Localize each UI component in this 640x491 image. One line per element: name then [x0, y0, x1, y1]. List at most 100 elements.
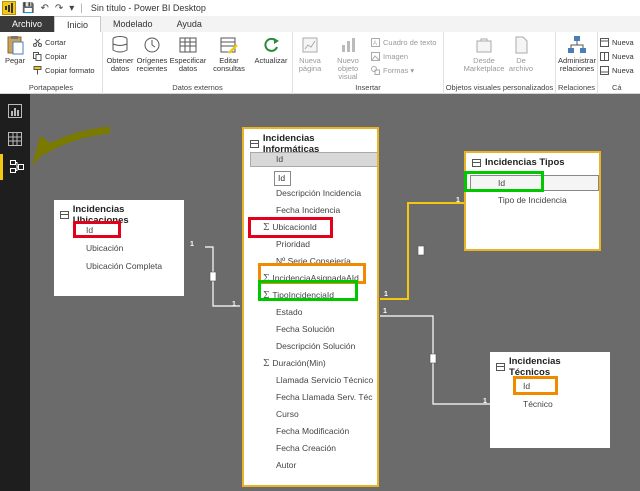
tab-ayuda[interactable]: Ayuda: [165, 16, 214, 32]
field-fecha-incidencia[interactable]: Fecha Incidencia: [276, 205, 340, 215]
cut-button[interactable]: Cortar: [33, 37, 66, 47]
table-icon: [250, 140, 259, 148]
new-visual-label: Nuevo objeto visual: [337, 56, 359, 81]
field-duracion-min[interactable]: Σ Duración(Min): [263, 358, 326, 369]
field-descripcion-solucion[interactable]: Descripción Solución: [276, 341, 355, 351]
tab-modelado[interactable]: Modelado: [101, 16, 165, 32]
image-button[interactable]: Imagen: [371, 51, 408, 61]
copy-format-button[interactable]: Copiar formato: [33, 65, 95, 75]
textbox-button[interactable]: A Cuadro de texto: [371, 37, 436, 47]
field-fecha-modificacion[interactable]: Fecha Modificación: [276, 426, 349, 436]
manage-relationships-label: Administrar relaciones: [558, 56, 596, 73]
image-label: Imagen: [383, 51, 409, 61]
refresh-button[interactable]: Actualizar: [253, 35, 289, 65]
shapes-button[interactable]: Formas ▾: [371, 65, 414, 75]
highlight-box-orange: [513, 376, 558, 395]
new-page-button[interactable]: Nueva página: [295, 35, 325, 73]
enter-data-button[interactable]: Especificar datos: [169, 35, 207, 73]
redo-icon[interactable]: ↷: [55, 3, 63, 14]
from-file-label: De archivo: [508, 56, 534, 73]
custom-visuals-group: Desde Marketplace De archivo Objetos vis…: [444, 32, 556, 94]
relationships-canvas[interactable]: 1 1 1 1 1 1 Incidencias Ubicaciones Id U…: [30, 94, 640, 491]
new-column-button[interactable]: Nueva: [600, 51, 634, 61]
undo-icon[interactable]: ↶: [40, 3, 48, 14]
clock-icon: [142, 35, 162, 55]
field-fecha-solucion[interactable]: Fecha Solución: [276, 324, 335, 334]
table-incidencias-ubicaciones[interactable]: Incidencias Ubicaciones Id Ubicación Ubi…: [54, 200, 184, 296]
field-descripcion-incidencia[interactable]: Descripción Incidencia: [276, 188, 361, 198]
customize-quick-access-icon[interactable]: ▾: [69, 3, 74, 14]
external-data-group: Obtener datos Orígenes recientes Especif…: [103, 32, 293, 94]
new-measure-button[interactable]: Nueva: [600, 37, 634, 47]
table-grid-icon: [178, 35, 198, 55]
save-icon[interactable]: 💾: [22, 3, 34, 14]
field-fecha-llamada-serv-tec[interactable]: Fecha Llamada Serv. Téc: [276, 392, 373, 402]
highlight-box-green: [258, 280, 358, 301]
report-view-button[interactable]: [0, 98, 30, 124]
tab-inicio[interactable]: Inicio: [54, 16, 102, 32]
recent-sources-button[interactable]: Orígenes recientes: [136, 35, 168, 73]
title-separator: |: [80, 2, 83, 14]
clipboard-group-label: Portapapeles: [28, 83, 74, 92]
field-autor[interactable]: Autor: [276, 460, 296, 470]
calculations-group-label: Cá: [612, 83, 622, 92]
field-tipo-de-incidencia[interactable]: Tipo de Incidencia: [498, 195, 567, 205]
refresh-label: Actualizar: [254, 56, 288, 65]
cardinality-label: 1: [383, 308, 387, 315]
table-incidencias-tipos[interactable]: Incidencias Tipos Id Tipo de Incidencia: [464, 151, 601, 251]
ribbon: Pegar Cortar Copiar Copiar formato Porta…: [0, 32, 640, 94]
field-prioridad[interactable]: Prioridad: [276, 239, 310, 249]
new-visual-button[interactable]: Nuevo objeto visual: [329, 35, 367, 81]
annotation-arrow: [40, 126, 111, 155]
table-icon: [60, 211, 69, 219]
shapes-icon: [371, 65, 380, 75]
relationships-icon: [567, 35, 587, 55]
copy-format-label: Copiar formato: [45, 65, 95, 75]
edit-queries-button[interactable]: Editar consultas: [211, 35, 247, 73]
field-label: Duración(Min): [272, 358, 326, 368]
tab-archivo[interactable]: Archivo: [0, 16, 55, 32]
field-ubicacion-completa[interactable]: Ubicación Completa: [86, 261, 162, 271]
database-icon: [110, 35, 130, 55]
copy-icon: [33, 51, 42, 61]
highlight-box-red: [73, 221, 121, 238]
enter-data-label: Especificar datos: [169, 56, 207, 73]
from-marketplace-button[interactable]: Desde Marketplace: [464, 35, 504, 73]
relationships-group: Administrar relaciones Relaciones: [556, 32, 598, 94]
title-bar: 💾 ↶ ↷ ▾ | Sin título - Power BI Desktop: [0, 0, 640, 16]
new-column-label: Nueva: [612, 51, 634, 61]
new-page-icon: [300, 35, 320, 55]
field-ubicacion[interactable]: Ubicación: [86, 243, 123, 253]
insert-group-label: Insertar: [355, 83, 381, 92]
paste-button[interactable]: Pegar: [5, 35, 25, 65]
field-estado[interactable]: Estado: [276, 307, 302, 317]
table-header: Incidencias Tipos: [466, 153, 599, 172]
field-fecha-creacion[interactable]: Fecha Creación: [276, 443, 336, 453]
table-incidencias-tecnicos[interactable]: Incidencias Técnicos Id Técnico: [490, 352, 610, 448]
file-icon: [511, 35, 531, 55]
field-id[interactable]: Id: [276, 154, 283, 164]
new-quick-measure-button[interactable]: Nueva: [600, 65, 634, 75]
window-title: Sin título - Power BI Desktop: [90, 3, 206, 13]
get-data-button[interactable]: Obtener datos: [105, 35, 135, 73]
paste-label: Pegar: [5, 56, 26, 65]
clipboard-group: Pegar Cortar Copiar Copiar formato Porta…: [0, 32, 103, 94]
relationships-view-button[interactable]: [0, 154, 30, 180]
table-incidencias-informaticas[interactable]: Incidencias Informáticas Id nto Id Descr…: [242, 127, 379, 487]
field-curso[interactable]: Curso: [276, 409, 299, 419]
get-data-label: Obtener datos: [106, 56, 134, 73]
field-llamada-servicio-tecnico[interactable]: Llamada Servicio Técnico: [276, 375, 373, 385]
format-painter-icon: [33, 65, 42, 75]
shapes-label: Formas: [383, 65, 409, 75]
image-icon: [371, 51, 380, 61]
new-measure-label: Nueva: [612, 37, 634, 47]
field-tecnico[interactable]: Técnico: [523, 399, 553, 409]
table-title: Incidencias Tipos: [485, 157, 565, 168]
paste-icon: [5, 35, 25, 55]
from-file-button[interactable]: De archivo: [506, 35, 536, 73]
scissors-icon: [33, 38, 42, 47]
data-view-button[interactable]: [0, 126, 30, 152]
manage-relationships-button[interactable]: Administrar relaciones: [557, 35, 597, 73]
copy-button[interactable]: Copiar: [33, 51, 67, 61]
new-page-label: Nueva página: [298, 56, 322, 73]
